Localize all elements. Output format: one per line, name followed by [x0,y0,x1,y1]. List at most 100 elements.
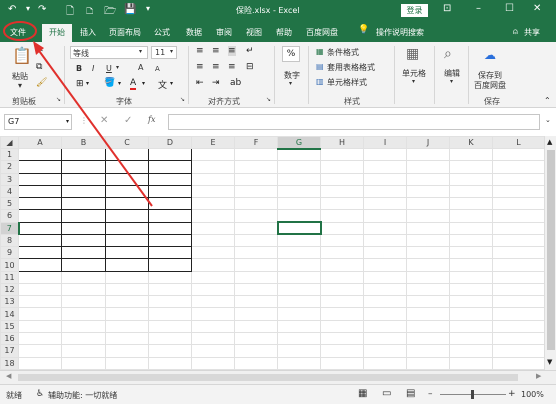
cell[interactable] [277,197,321,211]
paste-icon[interactable]: 📋 [12,46,32,65]
cell[interactable] [148,331,192,346]
cell[interactable] [18,160,62,174]
cell[interactable] [363,246,407,260]
cell[interactable] [277,233,321,248]
cell[interactable] [406,160,450,174]
tab-baidu-netdisk[interactable]: 百度网盘 [306,27,338,38]
cell[interactable] [277,344,321,358]
column-header[interactable]: B [61,136,106,149]
cell[interactable] [148,184,192,199]
cell[interactable] [148,197,192,211]
cell[interactable] [406,331,450,346]
cell[interactable] [234,233,278,248]
cell[interactable] [105,356,149,371]
cell[interactable] [191,258,235,272]
cell[interactable] [191,209,235,223]
cell[interactable] [105,295,149,309]
bold-button[interactable]: B [76,64,82,73]
cell[interactable] [277,246,321,260]
merge-center-icon[interactable]: ⊟ [246,62,254,72]
active-cell[interactable] [276,221,322,236]
cell[interactable] [191,233,235,248]
conditional-format-icon[interactable]: ▦ [316,47,324,56]
cell[interactable] [492,221,545,235]
enter-icon[interactable]: ✓ [124,115,132,126]
cell[interactable] [449,233,493,248]
cancel-icon[interactable]: ✕ [100,115,108,126]
cell[interactable] [406,344,450,358]
tab-view[interactable]: 视图 [246,27,262,38]
cell[interactable] [320,160,364,174]
cell[interactable] [406,258,450,272]
row-header[interactable]: 18 [0,356,19,371]
cell[interactable] [234,331,278,346]
cell[interactable] [148,246,192,260]
scroll-up-icon[interactable]: ▲ [547,138,552,146]
phonetic-icon[interactable]: 文 [158,78,167,91]
share-button[interactable]: 共享 [524,27,540,38]
cell[interactable] [363,356,407,371]
copy-icon[interactable]: ⧉ [36,62,42,72]
cell[interactable] [18,184,62,199]
column-header[interactable]: F [234,136,278,149]
cell[interactable] [61,233,106,248]
cell[interactable] [18,209,62,223]
cell[interactable] [406,172,450,186]
cell[interactable] [61,160,106,174]
tab-formulas[interactable]: 公式 [154,27,170,38]
cell[interactable] [148,282,192,297]
cell[interactable] [320,221,364,235]
percent-icon[interactable]: % [282,46,300,62]
cell[interactable] [320,209,364,223]
cell[interactable] [18,221,62,235]
cell[interactable] [191,331,235,346]
save-icon[interactable]: 💾 [124,4,136,15]
cell[interactable] [277,160,321,174]
cell[interactable] [320,319,364,333]
cell[interactable] [191,282,235,297]
cell[interactable] [406,221,450,235]
cell[interactable] [105,282,149,297]
cell[interactable] [18,356,62,371]
cell[interactable] [492,147,545,162]
scroll-left-icon[interactable]: ◀ [6,372,11,380]
cell[interactable] [320,246,364,260]
cell[interactable] [320,233,364,248]
column-header-selected[interactable]: G [277,136,321,150]
cell[interactable] [105,197,149,211]
cell[interactable] [449,295,493,309]
search-icon[interactable]: ⌕ [444,46,452,62]
cell[interactable] [492,184,545,199]
cell[interactable] [320,282,364,297]
row-header[interactable]: 3 [0,172,19,186]
cell[interactable] [18,197,62,211]
tab-page-layout[interactable]: 页面布局 [109,27,141,38]
cell[interactable] [320,344,364,358]
cell[interactable] [18,270,62,284]
cell[interactable] [234,172,278,186]
cell[interactable] [105,172,149,186]
cell[interactable] [61,258,106,272]
cell[interactable] [320,295,364,309]
cell[interactable] [492,344,545,358]
row-header[interactable]: 12 [0,282,19,297]
cell[interactable] [406,356,450,371]
cell[interactable] [406,295,450,309]
cell[interactable] [18,307,62,321]
accessibility-status[interactable]: 辅助功能: 一切就绪 [48,390,117,401]
cell[interactable] [449,172,493,186]
open-folder-icon[interactable]: 🗁 [104,4,116,21]
cell[interactable] [234,197,278,211]
tab-review[interactable]: 审阅 [216,27,232,38]
font-color-dropdown-icon[interactable]: ▾ [142,80,145,87]
align-center-icon[interactable]: ≡ [212,62,220,72]
table-format-icon[interactable]: ▤ [316,62,324,71]
cut-icon[interactable]: ✂ [36,46,44,56]
cell[interactable] [191,319,235,333]
cell[interactable] [61,209,106,223]
row-header[interactable]: 2 [0,160,19,174]
cell[interactable] [148,258,192,272]
row-header[interactable]: 11 [0,270,19,284]
row-header[interactable]: 16 [0,331,19,346]
cell[interactable] [191,344,235,358]
